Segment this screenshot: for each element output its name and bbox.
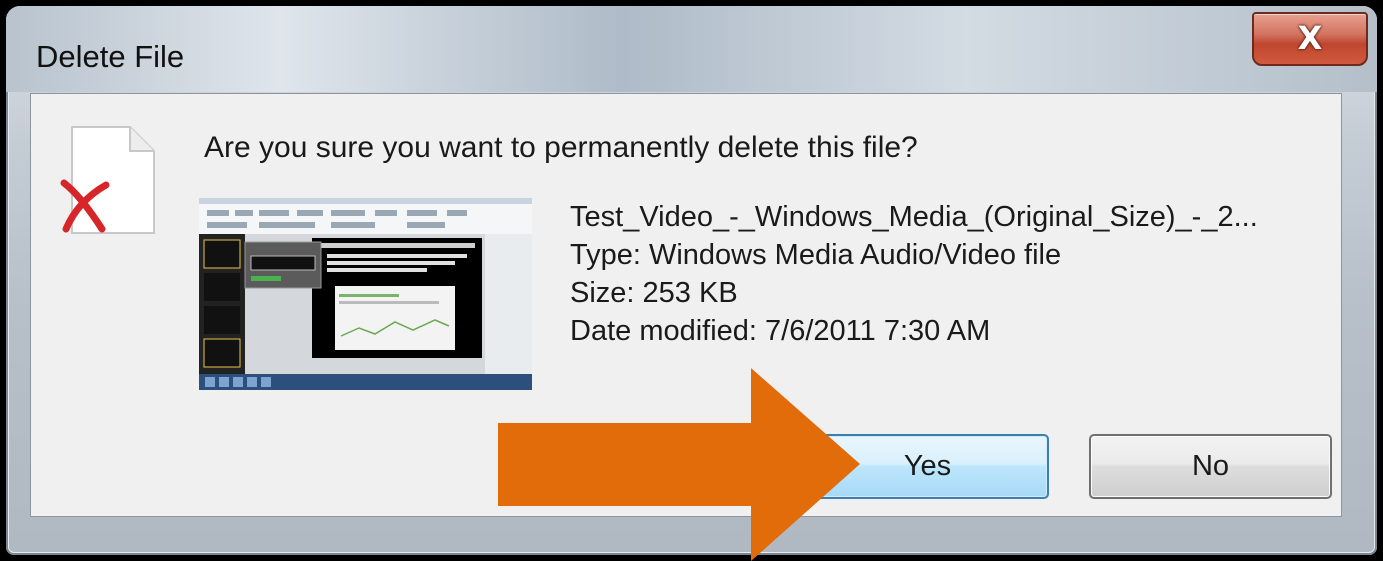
file-date-modified: Date modified: 7/6/2011 7:30 AM (570, 315, 991, 347)
window-title: Delete File (36, 39, 185, 74)
annotation-arrow-icon (498, 368, 860, 561)
confirm-question: Are you sure you want to permanently del… (204, 131, 918, 164)
close-icon: X (1297, 19, 1323, 57)
close-button[interactable]: X (1252, 12, 1368, 66)
file-name: Test_Video_-_Windows_Media_(Original_Siz… (570, 201, 1258, 233)
title-bar[interactable]: Delete File X (6, 6, 1377, 92)
file-type: Type: Windows Media Audio/Video file (570, 239, 1062, 271)
file-size: Size: 253 KB (570, 277, 738, 309)
screen-background: Delete File X Are you sure you want to p… (0, 0, 1383, 561)
file-thumbnail (199, 198, 532, 390)
file-details: Test_Video_-_Windows_Media_(Original_Siz… (570, 198, 1330, 350)
deleted-file-icon (60, 126, 155, 234)
no-button[interactable]: No (1089, 434, 1332, 499)
